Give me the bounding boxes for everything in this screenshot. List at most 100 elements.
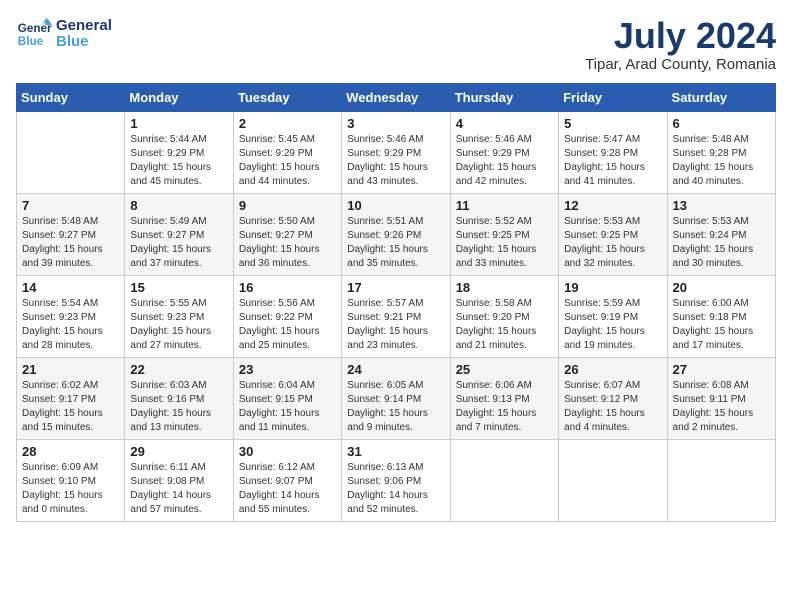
cell-sun-info: Sunrise: 6:05 AM Sunset: 9:14 PM Dayligh…	[347, 379, 444, 435]
day-number: 30	[239, 444, 336, 459]
calendar-cell: 19Sunrise: 5:59 AM Sunset: 9:19 PM Dayli…	[559, 275, 667, 357]
logo-blue: Blue	[56, 34, 112, 51]
location-subtitle: Tipar, Arad County, Romania	[585, 56, 776, 73]
calendar-week-row: 21 Sunrise: 6:02 AM Sunset: 9:17 PM Dayli…	[17, 357, 776, 439]
day-number: 21	[22, 362, 119, 377]
day-number: 6	[673, 116, 770, 131]
logo: General Blue General Blue	[16, 16, 112, 52]
weekday-header-tuesday: Tuesday	[233, 83, 341, 111]
cell-sun-info: Sunrise: 5:53 AM Sunset: 9:25 PM Dayligh…	[564, 215, 661, 271]
calendar-week-row: 28Sunrise: 6:09 AM Sunset: 9:10 PM Dayli…	[17, 439, 776, 521]
cell-sun-info: Sunrise: 6:13 AM Sunset: 9:06 PM Dayligh…	[347, 461, 444, 517]
cell-sun-info: Sunrise: 5:55 AM Sunset: 9:23 PM Dayligh…	[130, 297, 227, 353]
weekday-header-sunday: Sunday	[17, 83, 125, 111]
calendar-cell: 6Sunrise: 5:48 AM Sunset: 9:28 PM Daylig…	[667, 111, 775, 193]
day-number: 3	[347, 116, 444, 131]
calendar-cell: 30 Sunrise: 6:12 AM Sunset: 9:07 PM Dayli…	[233, 439, 341, 521]
cell-sun-info: Sunrise: 6:08 AM Sunset: 9:11 PM Dayligh…	[673, 379, 770, 435]
day-number: 5	[564, 116, 661, 131]
day-number: 16	[239, 280, 336, 295]
calendar-cell: 24 Sunrise: 6:05 AM Sunset: 9:14 PM Dayli…	[342, 357, 450, 439]
cell-sun-info: Sunrise: 5:49 AM Sunset: 9:27 PM Dayligh…	[130, 215, 227, 271]
day-number: 2	[239, 116, 336, 131]
day-number: 7	[22, 198, 119, 213]
calendar-cell	[17, 111, 125, 193]
cell-sun-info: Sunrise: 5:46 AM Sunset: 9:29 PM Dayligh…	[347, 133, 444, 189]
weekday-header-row: SundayMondayTuesdayWednesdayThursdayFrid…	[17, 83, 776, 111]
calendar-cell: 28Sunrise: 6:09 AM Sunset: 9:10 PM Dayli…	[17, 439, 125, 521]
calendar-cell: 27 Sunrise: 6:08 AM Sunset: 9:11 PM Dayli…	[667, 357, 775, 439]
cell-sun-info: Sunrise: 6:09 AM Sunset: 9:10 PM Dayligh…	[22, 461, 119, 517]
cell-sun-info: Sunrise: 5:44 AM Sunset: 9:29 PM Dayligh…	[130, 133, 227, 189]
cell-sun-info: Sunrise: 6:04 AM Sunset: 9:15 PM Dayligh…	[239, 379, 336, 435]
cell-sun-info: Sunrise: 6:02 AM Sunset: 9:17 PM Dayligh…	[22, 379, 119, 435]
calendar-cell	[667, 439, 775, 521]
cell-sun-info: Sunrise: 6:03 AM Sunset: 9:16 PM Dayligh…	[130, 379, 227, 435]
logo-general: General	[56, 18, 112, 35]
cell-sun-info: Sunrise: 5:54 AM Sunset: 9:23 PM Dayligh…	[22, 297, 119, 353]
calendar-cell: 29 Sunrise: 6:11 AM Sunset: 9:08 PM Dayli…	[125, 439, 233, 521]
day-number: 17	[347, 280, 444, 295]
cell-sun-info: Sunrise: 5:53 AM Sunset: 9:24 PM Dayligh…	[673, 215, 770, 271]
day-number: 4	[456, 116, 553, 131]
day-number: 14	[22, 280, 119, 295]
day-number: 26	[564, 362, 661, 377]
calendar-cell: 13Sunrise: 5:53 AM Sunset: 9:24 PM Dayli…	[667, 193, 775, 275]
calendar-cell: 22 Sunrise: 6:03 AM Sunset: 9:16 PM Dayli…	[125, 357, 233, 439]
calendar-cell: 14 Sunrise: 5:54 AM Sunset: 9:23 PM Dayli…	[17, 275, 125, 357]
calendar-cell: 18 Sunrise: 5:58 AM Sunset: 9:20 PM Dayli…	[450, 275, 558, 357]
calendar-cell: 21 Sunrise: 6:02 AM Sunset: 9:17 PM Dayli…	[17, 357, 125, 439]
cell-sun-info: Sunrise: 6:07 AM Sunset: 9:12 PM Dayligh…	[564, 379, 661, 435]
cell-sun-info: Sunrise: 5:56 AM Sunset: 9:22 PM Dayligh…	[239, 297, 336, 353]
day-number: 31	[347, 444, 444, 459]
cell-sun-info: Sunrise: 5:48 AM Sunset: 9:27 PM Dayligh…	[22, 215, 119, 271]
title-block: July 2024 Tipar, Arad County, Romania	[585, 16, 776, 73]
calendar-week-row: 1 Sunrise: 5:44 AM Sunset: 9:29 PM Daylig…	[17, 111, 776, 193]
cell-sun-info: Sunrise: 6:06 AM Sunset: 9:13 PM Dayligh…	[456, 379, 553, 435]
weekday-header-thursday: Thursday	[450, 83, 558, 111]
calendar-cell: 10Sunrise: 5:51 AM Sunset: 9:26 PM Dayli…	[342, 193, 450, 275]
calendar-cell: 16 Sunrise: 5:56 AM Sunset: 9:22 PM Dayli…	[233, 275, 341, 357]
day-number: 29	[130, 444, 227, 459]
calendar-cell: 17 Sunrise: 5:57 AM Sunset: 9:21 PM Dayli…	[342, 275, 450, 357]
calendar-cell: 2 Sunrise: 5:45 AM Sunset: 9:29 PM Daylig…	[233, 111, 341, 193]
calendar-cell: 9Sunrise: 5:50 AM Sunset: 9:27 PM Daylig…	[233, 193, 341, 275]
weekday-header-monday: Monday	[125, 83, 233, 111]
cell-sun-info: Sunrise: 5:47 AM Sunset: 9:28 PM Dayligh…	[564, 133, 661, 189]
cell-sun-info: Sunrise: 5:45 AM Sunset: 9:29 PM Dayligh…	[239, 133, 336, 189]
day-number: 24	[347, 362, 444, 377]
calendar-cell: 3 Sunrise: 5:46 AM Sunset: 9:29 PM Daylig…	[342, 111, 450, 193]
calendar-table: SundayMondayTuesdayWednesdayThursdayFrid…	[16, 83, 776, 522]
cell-sun-info: Sunrise: 5:57 AM Sunset: 9:21 PM Dayligh…	[347, 297, 444, 353]
cell-sun-info: Sunrise: 5:50 AM Sunset: 9:27 PM Dayligh…	[239, 215, 336, 271]
day-number: 1	[130, 116, 227, 131]
calendar-cell: 20Sunrise: 6:00 AM Sunset: 9:18 PM Dayli…	[667, 275, 775, 357]
calendar-cell: 31 Sunrise: 6:13 AM Sunset: 9:06 PM Dayli…	[342, 439, 450, 521]
svg-text:Blue: Blue	[18, 35, 44, 48]
day-number: 23	[239, 362, 336, 377]
calendar-cell: 4 Sunrise: 5:46 AM Sunset: 9:29 PM Daylig…	[450, 111, 558, 193]
day-number: 27	[673, 362, 770, 377]
day-number: 19	[564, 280, 661, 295]
calendar-cell: 1 Sunrise: 5:44 AM Sunset: 9:29 PM Daylig…	[125, 111, 233, 193]
day-number: 15	[130, 280, 227, 295]
day-number: 25	[456, 362, 553, 377]
calendar-cell: 7 Sunrise: 5:48 AM Sunset: 9:27 PM Daylig…	[17, 193, 125, 275]
weekday-header-saturday: Saturday	[667, 83, 775, 111]
day-number: 8	[130, 198, 227, 213]
cell-sun-info: Sunrise: 5:46 AM Sunset: 9:29 PM Dayligh…	[456, 133, 553, 189]
calendar-cell: 12Sunrise: 5:53 AM Sunset: 9:25 PM Dayli…	[559, 193, 667, 275]
cell-sun-info: Sunrise: 6:11 AM Sunset: 9:08 PM Dayligh…	[130, 461, 227, 517]
day-number: 18	[456, 280, 553, 295]
day-number: 20	[673, 280, 770, 295]
cell-sun-info: Sunrise: 6:12 AM Sunset: 9:07 PM Dayligh…	[239, 461, 336, 517]
calendar-cell: 11Sunrise: 5:52 AM Sunset: 9:25 PM Dayli…	[450, 193, 558, 275]
calendar-week-row: 7 Sunrise: 5:48 AM Sunset: 9:27 PM Daylig…	[17, 193, 776, 275]
day-number: 22	[130, 362, 227, 377]
cell-sun-info: Sunrise: 5:51 AM Sunset: 9:26 PM Dayligh…	[347, 215, 444, 271]
calendar-cell: 15 Sunrise: 5:55 AM Sunset: 9:23 PM Dayli…	[125, 275, 233, 357]
calendar-cell: 8 Sunrise: 5:49 AM Sunset: 9:27 PM Daylig…	[125, 193, 233, 275]
calendar-cell: 26 Sunrise: 6:07 AM Sunset: 9:12 PM Dayli…	[559, 357, 667, 439]
cell-sun-info: Sunrise: 5:58 AM Sunset: 9:20 PM Dayligh…	[456, 297, 553, 353]
weekday-header-friday: Friday	[559, 83, 667, 111]
